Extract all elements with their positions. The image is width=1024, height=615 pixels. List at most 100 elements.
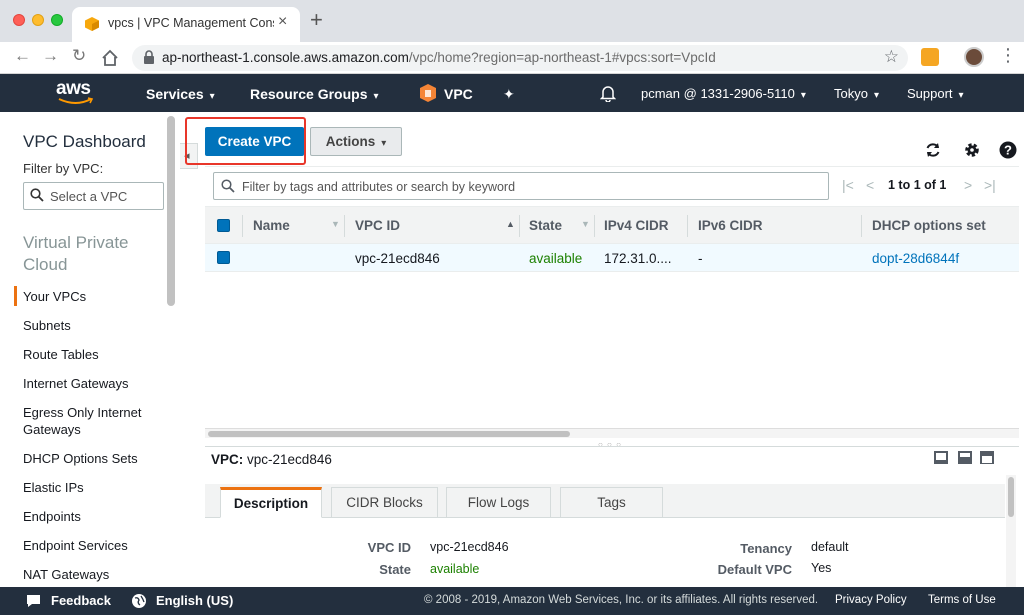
field-label-vpc-id: VPC ID [367, 540, 411, 555]
profile-avatar[interactable] [964, 47, 984, 67]
sidebar-item-dhcp-options[interactable]: DHCP Options Sets [23, 450, 163, 467]
bell-icon[interactable] [600, 85, 616, 102]
refresh-icon[interactable] [923, 140, 943, 160]
aws-cube-icon [85, 17, 99, 31]
first-page-icon[interactable]: |< [842, 177, 854, 193]
forward-icon[interactable]: → [42, 46, 59, 66]
tab-description[interactable]: Description [220, 487, 322, 518]
field-value-default-vpc: Yes [811, 561, 832, 575]
sidebar-item-route-tables[interactable]: Route Tables [23, 346, 163, 363]
pin-icon[interactable]: ✦ [503, 86, 515, 103]
column-header-state[interactable]: State [529, 218, 562, 233]
chevron-down-icon: ▾ [800, 90, 806, 101]
row-checkbox[interactable] [217, 251, 230, 264]
column-divider [344, 215, 345, 237]
globe-icon [132, 594, 146, 608]
sidebar: VPC Dashboard Filter by VPC: Select a VP… [0, 112, 177, 587]
terms-of-use-link[interactable]: Terms of Use [928, 594, 996, 606]
column-header-dhcp-options[interactable]: DHCP options set [872, 218, 986, 233]
sidebar-item-internet-gateways[interactable]: Internet Gateways [23, 375, 163, 392]
account-menu[interactable]: pcman @ 1331-2906-5110 ▾ [641, 86, 806, 101]
select-all-checkbox[interactable] [217, 219, 230, 232]
url-text: ap-northeast-1.console.aws.amazon.com/vp… [162, 50, 716, 65]
language-selector[interactable]: English (US) [156, 593, 233, 608]
field-label-tenancy: Tenancy [740, 541, 792, 556]
services-menu[interactable]: Services ▾ [146, 86, 215, 102]
vpc-shortcut[interactable]: VPC [444, 86, 473, 102]
table-header: Name ▼ VPC ID ▲ State ▼ IPv4 CIDR IPv6 C… [205, 206, 1019, 244]
back-icon[interactable]: ← [14, 46, 31, 66]
tab-cidr-blocks[interactable]: CIDR Blocks [331, 487, 438, 518]
column-header-vpc-id[interactable]: VPC ID [355, 218, 400, 233]
region-menu[interactable]: Tokyo ▾ [834, 86, 879, 101]
window-maximize-button[interactable] [51, 14, 63, 26]
vpc-filter-select[interactable]: Select a VPC [23, 182, 164, 210]
tab-tags[interactable]: Tags [560, 487, 663, 518]
details-title-label: VPC: [211, 452, 244, 467]
chevron-down-icon: ▾ [209, 91, 215, 102]
cell-dhcp-options-link[interactable]: dopt-28d6844f [872, 251, 959, 266]
privacy-policy-link[interactable]: Privacy Policy [835, 594, 907, 606]
feedback-link[interactable]: Feedback [51, 593, 111, 608]
table-search-input[interactable]: Filter by tags and attributes or search … [213, 172, 829, 200]
tab-flow-logs[interactable]: Flow Logs [446, 487, 551, 518]
gear-icon[interactable] [962, 140, 982, 160]
sidebar-item-your-vpcs[interactable]: Your VPCs [23, 288, 163, 305]
account-label: pcman @ 1331-2906-5110 [641, 86, 795, 101]
cell-ipv6-cidr: - [698, 251, 703, 266]
bookmark-star-icon[interactable]: ☆ [884, 47, 899, 67]
layout-split-icon[interactable] [958, 451, 972, 464]
window-close-button[interactable] [13, 14, 25, 26]
home-icon[interactable] [101, 49, 119, 67]
aws-top-nav: aws Services ▾ Resource Groups ▾ VPC ✦ pcm… [0, 74, 1024, 112]
sidebar-item-egress-only-gateways[interactable]: Egress Only Internet Gateways [23, 404, 163, 438]
column-header-name[interactable]: Name [253, 218, 290, 233]
search-icon [30, 188, 44, 202]
field-value-state: available [430, 562, 480, 576]
reload-icon[interactable]: ↻ [72, 46, 86, 66]
cell-vpc-id: vpc-21ecd846 [355, 251, 440, 266]
sidebar-item-subnets[interactable]: Subnets [23, 317, 163, 334]
support-menu[interactable]: Support ▾ [907, 86, 964, 101]
browser-menu-icon[interactable]: ⋮ [999, 45, 1017, 66]
field-value-vpc-id: vpc-21ecd846 [430, 540, 509, 554]
sort-icon[interactable]: ▼ [331, 219, 340, 229]
column-header-ipv4-cidr[interactable]: IPv4 CIDR [604, 218, 669, 233]
column-divider [242, 215, 243, 237]
url-host: ap-northeast-1.console.aws.amazon.com [162, 50, 409, 65]
chevron-down-icon: ▾ [373, 91, 379, 102]
prev-page-icon[interactable]: < [866, 177, 874, 193]
sidebar-scrollbar[interactable] [167, 116, 175, 306]
sort-icon[interactable]: ▼ [581, 219, 590, 229]
sidebar-title[interactable]: VPC Dashboard [23, 132, 146, 152]
column-divider [519, 215, 520, 237]
layout-top-icon[interactable] [980, 451, 994, 464]
resource-groups-menu[interactable]: Resource Groups ▾ [250, 86, 379, 102]
new-tab-icon[interactable]: + [310, 9, 323, 31]
table-row[interactable]: vpc-21ecd846 available 172.31.0.... - do… [205, 244, 1019, 272]
details-vertical-scrollbar[interactable] [1006, 475, 1016, 587]
scrollbar-thumb[interactable] [1008, 477, 1014, 517]
sidebar-item-nat-gateways[interactable]: NAT Gateways [23, 566, 163, 583]
next-page-icon[interactable]: > [964, 177, 972, 193]
layout-bottom-icon[interactable] [934, 451, 948, 464]
actions-button[interactable]: Actions ▾ [310, 127, 402, 156]
table-horizontal-scrollbar[interactable] [205, 428, 1019, 438]
column-header-ipv6-cidr[interactable]: IPv6 CIDR [698, 218, 763, 233]
region-label: Tokyo [834, 86, 868, 101]
sidebar-item-endpoint-services[interactable]: Endpoint Services [23, 537, 163, 554]
chevron-down-icon: ▾ [873, 90, 879, 101]
sort-ascending-icon[interactable]: ▲ [506, 219, 515, 229]
browser-tab[interactable]: vpcs | VPC Management Conso × [72, 7, 300, 42]
last-page-icon[interactable]: >| [984, 177, 996, 193]
tab-close-icon[interactable]: × [278, 13, 287, 31]
window-minimize-button[interactable] [32, 14, 44, 26]
search-icon [221, 179, 235, 193]
scrollbar-thumb[interactable] [208, 431, 570, 437]
help-icon[interactable]: ? [998, 140, 1018, 160]
cell-state: available [529, 251, 583, 266]
extension-icon[interactable] [921, 48, 939, 66]
url-input[interactable]: ap-northeast-1.console.aws.amazon.com/vp… [132, 45, 908, 71]
sidebar-item-elastic-ips[interactable]: Elastic IPs [23, 479, 163, 496]
sidebar-item-endpoints[interactable]: Endpoints [23, 508, 163, 525]
